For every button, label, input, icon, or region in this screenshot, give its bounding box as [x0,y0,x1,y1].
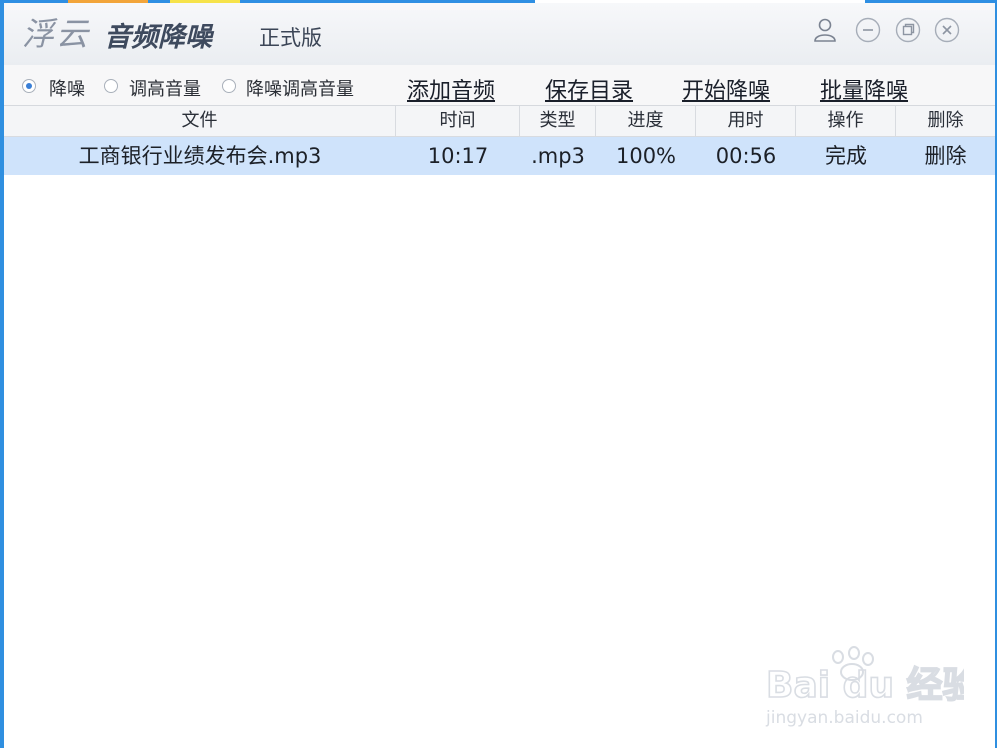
maximize-icon[interactable] [895,17,921,43]
column-header-file[interactable]: 文件 [4,106,396,136]
start-denoise-link[interactable]: 开始降噪 [682,73,770,105]
edition-label: 正式版 [259,26,322,50]
column-header-progress[interactable]: 进度 [596,106,696,136]
save-directory-link[interactable]: 保存目录 [545,73,633,105]
column-header-time[interactable]: 时间 [396,106,520,136]
cell-operation-status: 完成 [825,144,867,168]
toolbar: 降噪 调高音量 降噪调高音量 添加音频 保存目录 开始降噪 批量降噪 [4,65,995,106]
radio-denoise-label[interactable]: 降噪 [49,75,85,101]
column-header-type[interactable]: 类型 [520,106,596,136]
watermark-url: jingyan.baidu.com [765,708,923,728]
brand-name: 浮云 [22,15,91,53]
column-header-delete[interactable]: 删除 [896,106,995,136]
user-icon[interactable] [812,17,838,43]
table-header: 文件 时间 类型 进度 用时 操作 删除 [4,106,995,137]
radio-denoise-volume-up-label[interactable]: 降噪调高音量 [246,75,354,101]
title-bar: 浮云 音频降噪 正式版 [4,3,995,65]
radio-denoise[interactable] [22,79,36,93]
minimize-icon[interactable] [855,17,881,43]
radio-denoise-volume-up[interactable] [222,79,236,93]
cell-elapsed: 00:56 [715,144,777,168]
batch-denoise-link[interactable]: 批量降噪 [820,73,908,105]
cell-file: 工商银行业绩发布会.mp3 [78,144,322,168]
app-window: 浮云 音频降噪 正式版 降噪 调高音量 降噪调高音量 添加音频 保存目录 开始降… [4,3,995,748]
cell-progress: 100% [615,144,677,168]
table-row[interactable]: 工商银行业绩发布会.mp3 10:17 .mp3 100% 00:56 完成 删… [4,137,995,175]
cell-time: 10:17 [427,144,489,168]
radio-volume-up-label[interactable]: 调高音量 [129,75,201,101]
column-header-elapsed[interactable]: 用时 [696,106,796,136]
add-audio-link[interactable]: 添加音频 [407,73,495,105]
close-icon[interactable] [934,17,960,43]
product-name: 音频降噪 [104,22,212,53]
baidu-jingyan-watermark: Bai du 经验 jingyan.baidu.com [765,646,964,728]
delete-row-button[interactable]: 删除 [896,137,995,175]
radio-volume-up[interactable] [104,79,118,93]
column-header-operation[interactable]: 操作 [796,106,896,136]
watermark-brand: Bai du 经验 [766,665,964,706]
cell-type: .mp3 [531,144,585,168]
